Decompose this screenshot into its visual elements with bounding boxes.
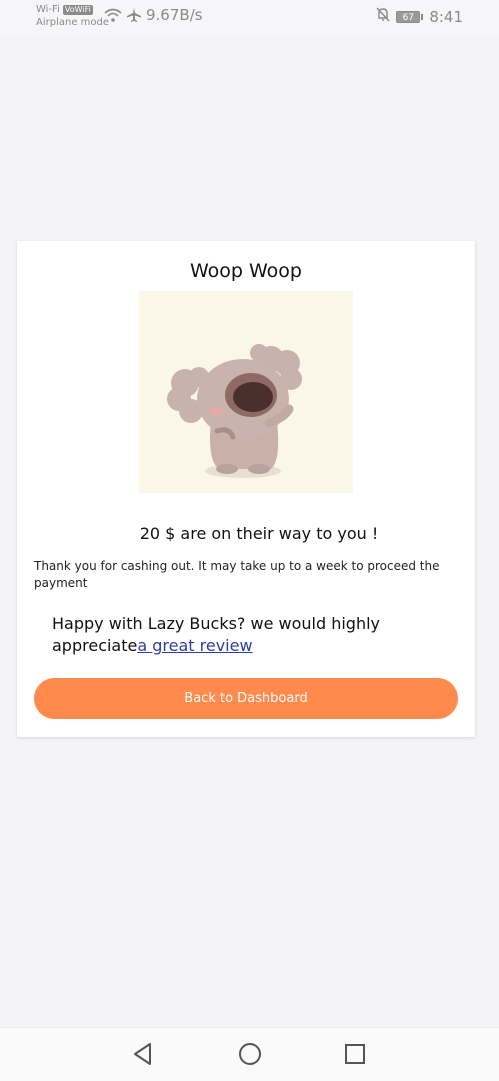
home-circle-icon[interactable] xyxy=(237,1041,263,1067)
recents-square-icon[interactable] xyxy=(342,1041,368,1067)
vowifi-badge: VoWiFi xyxy=(62,4,93,15)
great-review-link[interactable]: a great review xyxy=(137,636,252,655)
bell-muted-icon xyxy=(376,7,390,26)
amount-message: 20 $ are on their way to you ! xyxy=(139,524,379,543)
status-icons-left: 9.67B/s xyxy=(104,6,203,24)
battery-level: 67 xyxy=(396,10,421,23)
battery-icon: 67 xyxy=(396,10,424,23)
review-prompt: Happy with Lazy Bucks? we would highly a… xyxy=(52,613,382,657)
status-icons-right: 67 8:41 xyxy=(376,7,463,26)
koala-illustration xyxy=(139,291,353,493)
card-title: Woop Woop xyxy=(189,260,302,282)
net-speed: 9.67B/s xyxy=(146,6,203,24)
cashout-success-card: Woop Woop 20 $ are on their way to you !… xyxy=(17,241,475,737)
airplane-mode-label: Airplane mode xyxy=(36,17,110,28)
clock: 8:41 xyxy=(429,7,463,26)
thanks-message: Thank you for cashing out. It may take u… xyxy=(34,559,440,590)
back-to-dashboard-button[interactable]: Back to Dashboard xyxy=(34,678,458,719)
system-nav-bar xyxy=(0,1027,499,1081)
airplane-icon xyxy=(126,7,142,23)
wifi-label: Wi-Fi xyxy=(36,4,60,15)
status-bar: Wi-Fi VoWiFi Airplane mode 9.67B/s 67 8:… xyxy=(0,0,499,34)
wifi-icon xyxy=(104,8,122,22)
back-triangle-icon[interactable] xyxy=(130,1041,156,1067)
network-info: Wi-Fi VoWiFi Airplane mode xyxy=(36,3,109,29)
